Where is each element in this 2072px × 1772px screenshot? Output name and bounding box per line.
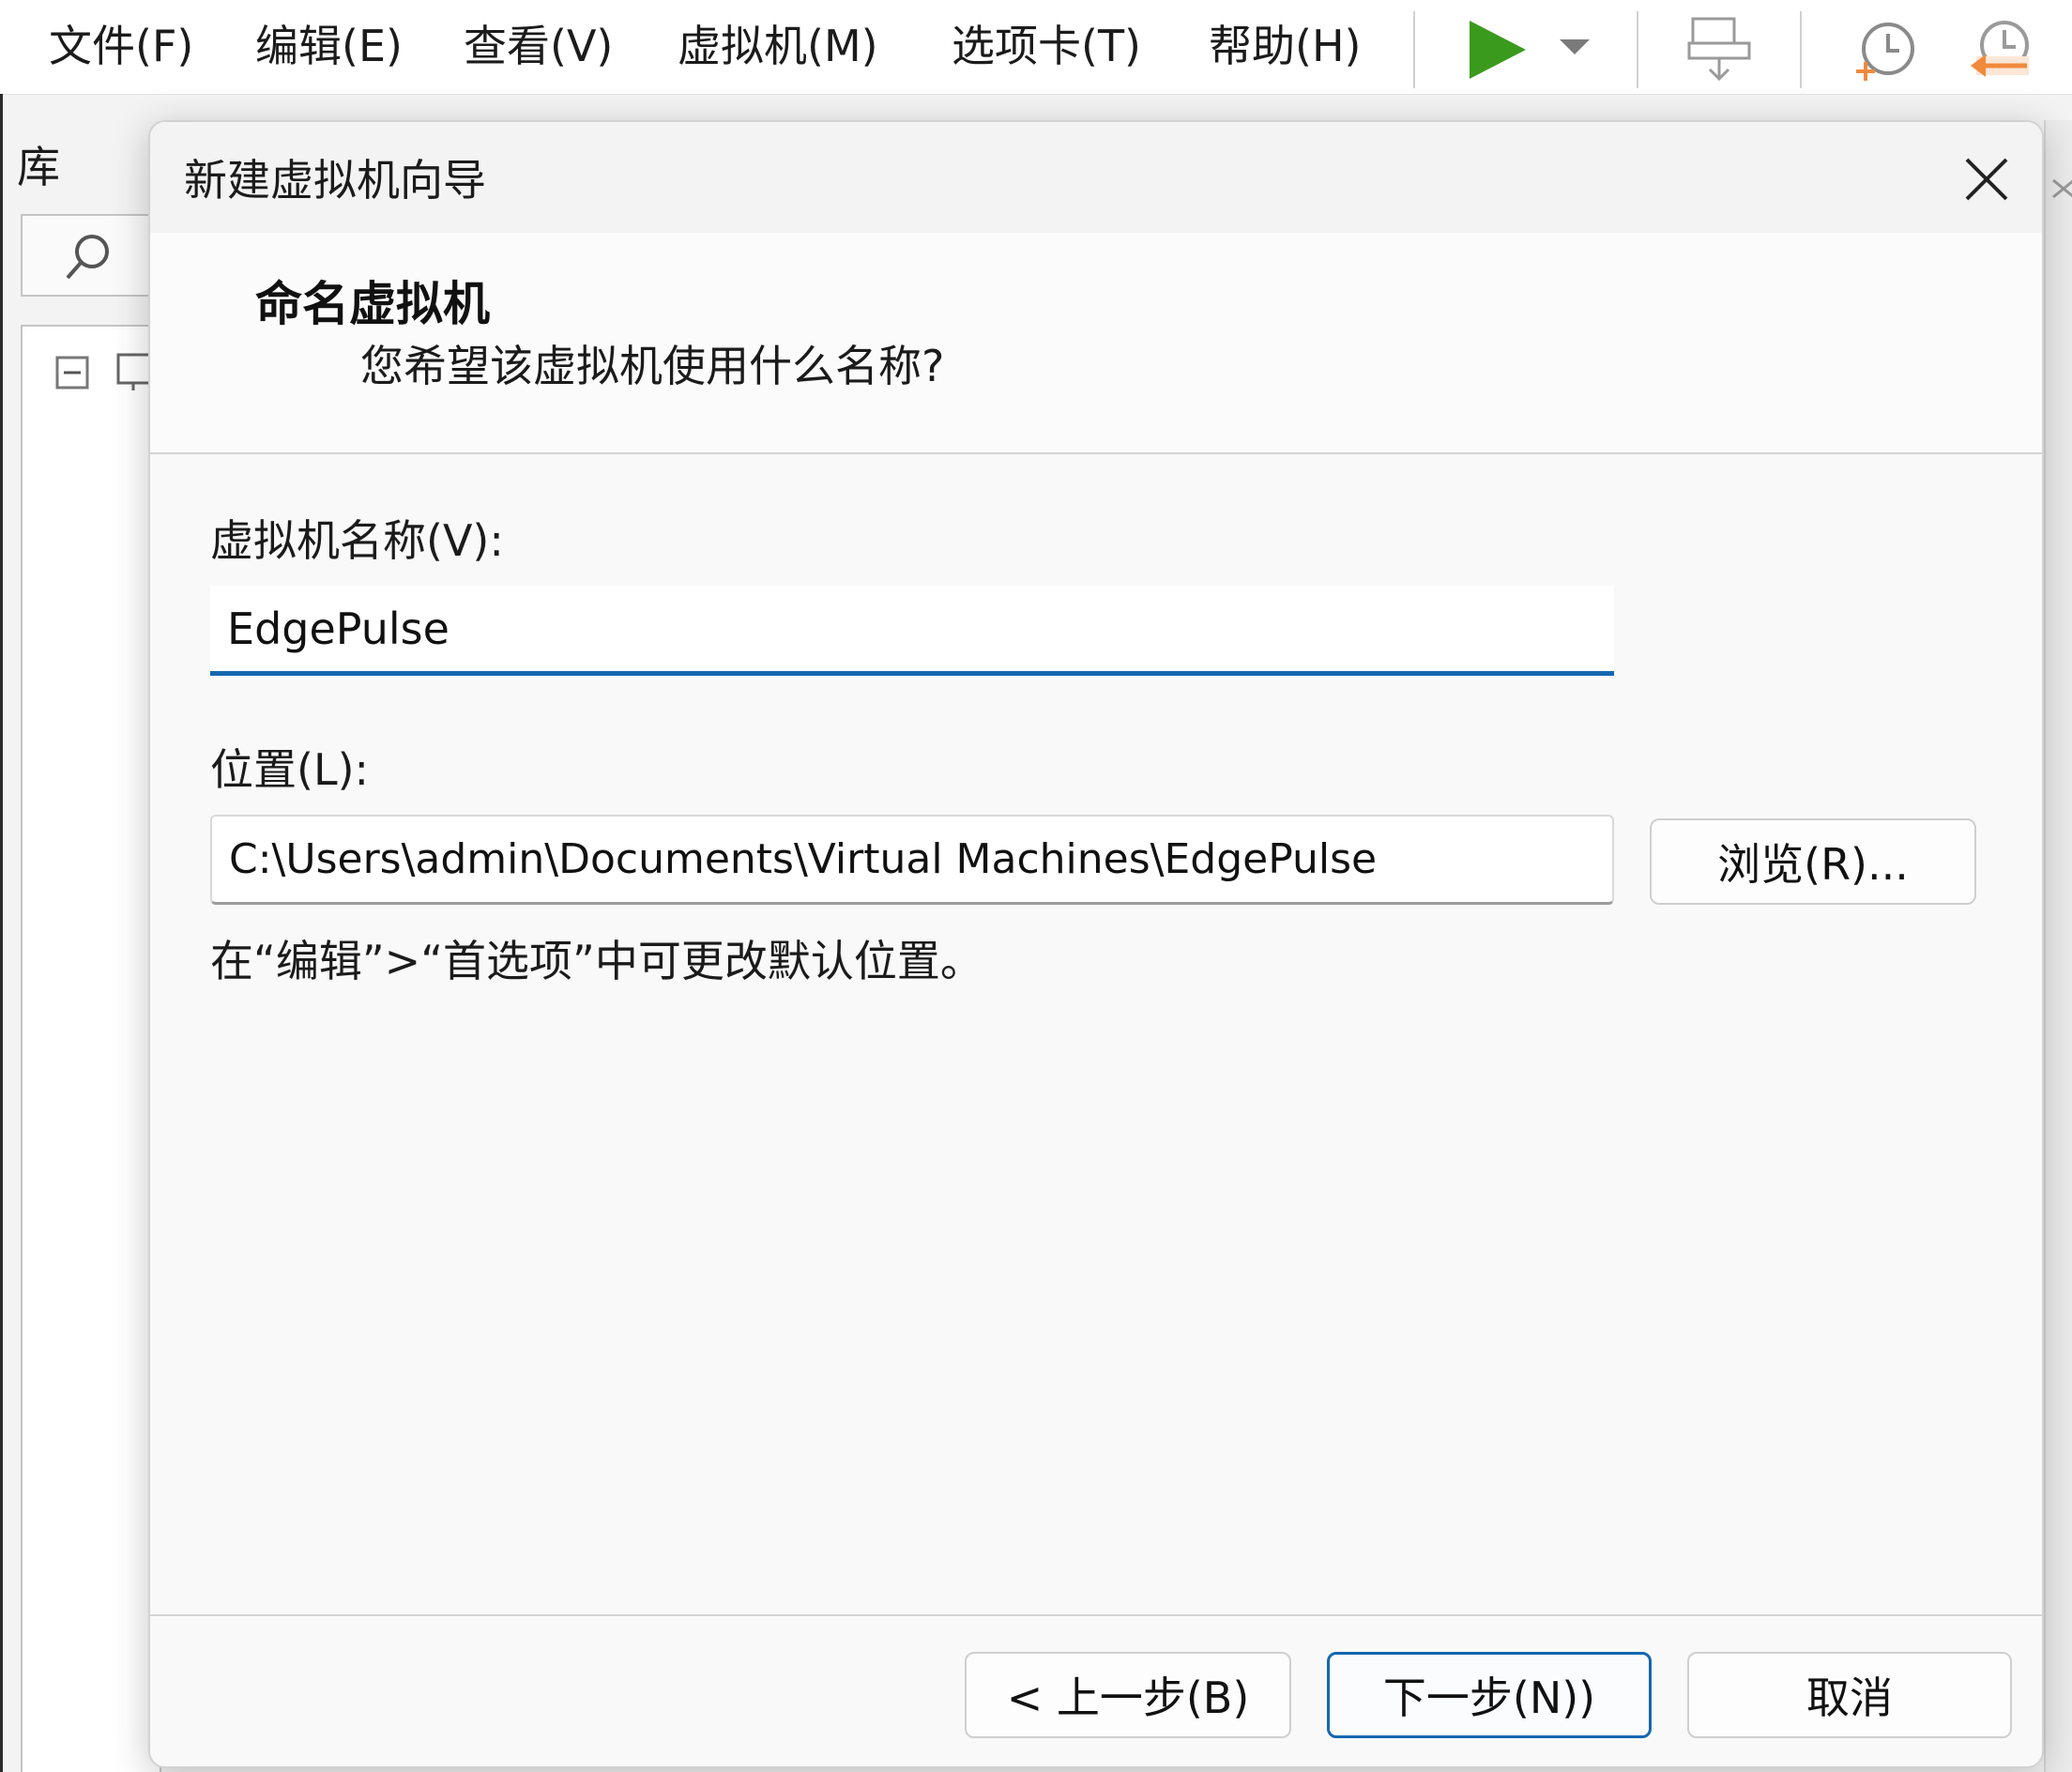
menu-edit[interactable]: 编辑(E)	[255, 13, 403, 79]
menu-tabs[interactable]: 选项卡(T)	[952, 13, 1141, 79]
vm-name-label: 虚拟机名称(V):	[210, 515, 504, 566]
dialog-title: 新建虚拟机向导	[184, 155, 486, 206]
collapse-icon[interactable]	[54, 355, 90, 390]
chevron-down-icon[interactable]	[1558, 36, 1592, 58]
browse-button[interactable]: 浏览(R)...	[1650, 818, 1976, 905]
menu-help[interactable]: 帮助(H)	[1209, 13, 1361, 79]
next-button[interactable]: 下一步(N))	[1327, 1652, 1652, 1738]
cancel-button[interactable]: 取消	[1687, 1652, 2012, 1738]
location-input[interactable]	[210, 815, 1614, 905]
library-title: 库	[17, 142, 60, 192]
menu-bar: 文件(F) 编辑(E) 查看(V) 虚拟机(M) 选项卡(T) 帮助(H)	[0, 0, 2072, 95]
menu-file[interactable]: 文件(F)	[49, 13, 193, 79]
wizard-step-header: 命名虚拟机 您希望该虚拟机使用什么名称?	[150, 233, 2042, 454]
location-label: 位置(L):	[210, 744, 370, 795]
location-hint: 在“编辑”>“首选项”中可更改默认位置。	[210, 936, 983, 986]
vm-name-input[interactable]	[210, 586, 1614, 676]
back-button[interactable]: < 上一步(B)	[965, 1652, 1291, 1738]
close-icon[interactable]	[1954, 146, 2019, 212]
new-vm-wizard-dialog: 新建虚拟机向导 命名虚拟机 您希望该虚拟机使用什么名称? 虚拟机名称(V): 位…	[148, 120, 2044, 1768]
footer-divider	[150, 1614, 2042, 1616]
background-window-edge	[2044, 120, 2072, 1772]
search-icon	[66, 235, 109, 280]
menu-view[interactable]: 查看(V)	[464, 13, 613, 79]
revert-snapshot-icon[interactable]	[1967, 13, 2036, 84]
menu-vm[interactable]: 虚拟机(M)	[678, 13, 878, 79]
step-subtitle: 您希望该虚拟机使用什么名称?	[360, 341, 945, 391]
library-search-box[interactable]	[21, 214, 161, 297]
snapshot-icon[interactable]	[1851, 13, 1920, 84]
library-tree[interactable]	[21, 325, 161, 1772]
toolbar-separator	[1413, 11, 1415, 88]
dialog-title-bar: 新建虚拟机向导	[150, 122, 2042, 233]
step-title: 命名虚拟机	[255, 277, 490, 331]
play-icon[interactable]	[1464, 17, 1530, 83]
toolbar-separator	[1637, 11, 1638, 88]
close-icon	[2052, 178, 2072, 199]
send-keys-icon[interactable]	[1685, 13, 1755, 84]
toolbar-separator	[1800, 11, 1802, 88]
